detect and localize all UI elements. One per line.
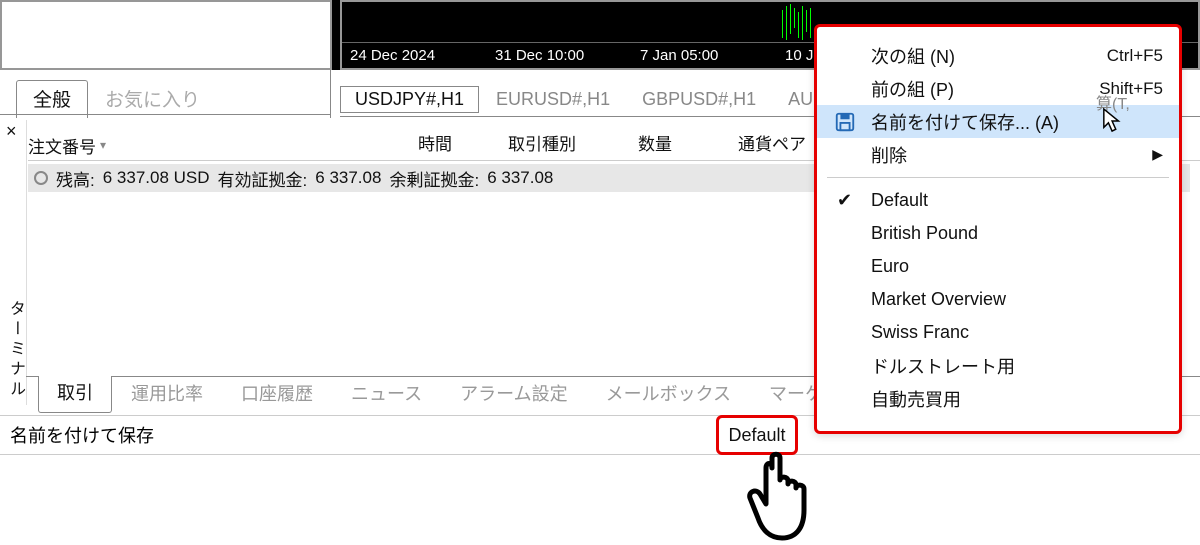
menu-next-set[interactable]: 次の組 (N) Ctrl+F5 (817, 39, 1179, 72)
divider (0, 114, 330, 115)
balance-label: 残高: (56, 166, 95, 191)
chevron-right-icon: ▶ (1152, 146, 1163, 163)
menu-profile-usd-straight[interactable]: ドルストレート用 (817, 349, 1179, 382)
chart-tab-usdjpy[interactable]: USDJPY#,H1 (340, 86, 479, 113)
tab-trade[interactable]: 取引 (38, 376, 112, 413)
shortcut: Ctrl+F5 (1107, 46, 1163, 66)
equity-label: 有効証拠金: (218, 166, 308, 191)
menu-profile-label: Market Overview (871, 289, 1006, 310)
menu-profile-default[interactable]: ✔ Default (817, 184, 1179, 217)
tab-news[interactable]: ニュース (332, 376, 441, 413)
save-icon (829, 111, 861, 133)
chart-tab-gbpusd[interactable]: GBPUSD#,H1 (627, 86, 771, 113)
menu-profile-label: 自動売買用 (871, 386, 961, 412)
chart-tab-eurusd[interactable]: EURUSD#,H1 (481, 86, 625, 113)
menu-delete-label: 削除 (871, 142, 907, 168)
col-qty[interactable]: 数量 (638, 130, 738, 160)
menu-next-set-label: 次の組 (N) (871, 43, 955, 69)
divider (827, 177, 1169, 178)
menu-profile-label: Swiss Franc (871, 322, 969, 343)
close-icon[interactable]: × (6, 122, 26, 142)
xaxis-tick: 24 Dec 2024 (342, 47, 487, 64)
tab-alerts[interactable]: アラーム設定 (441, 376, 586, 413)
cursor-icon (1102, 107, 1124, 135)
menu-profile-gbp[interactable]: British Pound (817, 217, 1179, 250)
menu-profile-label: Default (871, 190, 928, 211)
menu-prev-set-label: 前の組 (P) (871, 76, 954, 102)
check-icon: ✔ (837, 190, 852, 211)
hand-pointer-icon (740, 448, 830, 545)
menu-profile-eur[interactable]: Euro (817, 250, 1179, 283)
free-margin-label: 余剰証拠金: (389, 166, 479, 191)
bullet-icon (34, 171, 48, 185)
equity-value: 6 337.08 (315, 168, 381, 188)
col-order-id[interactable]: 注文番号 ▾ (28, 130, 418, 160)
tab-ratio[interactable]: 運用比率 (112, 376, 222, 413)
terminal-label: ターミナル (3, 300, 27, 400)
col-time[interactable]: 時間 (418, 130, 508, 160)
menu-profile-auto-trade[interactable]: 自動売買用 (817, 382, 1179, 415)
context-menu: 次の組 (N) Ctrl+F5 前の組 (P) Shift+F5 名前を付けて保… (814, 24, 1182, 434)
col-type[interactable]: 取引種別 (508, 130, 638, 160)
tab-favorites[interactable]: お気に入り (88, 80, 217, 118)
tab-history[interactable]: 口座履歴 (222, 376, 332, 413)
tab-mailbox[interactable]: メールボックス (587, 376, 750, 413)
menu-delete[interactable]: 削除 ▶ (817, 138, 1179, 171)
sort-asc-icon: ▾ (100, 138, 106, 152)
menu-save-as-label: 名前を付けて保存... (A) (871, 109, 1059, 135)
nav-left-panel (0, 0, 330, 70)
menu-profile-label: ドルストレート用 (871, 353, 1015, 379)
col-order-id-label: 注文番号 (28, 133, 96, 158)
divider (330, 70, 331, 118)
menu-profile-market-overview[interactable]: Market Overview (817, 283, 1179, 316)
xaxis-tick: 31 Dec 10:00 (487, 47, 632, 64)
balance-value: 6 337.08 USD (103, 168, 210, 188)
xaxis-tick: 7 Jan 05:00 (632, 47, 777, 64)
menu-profile-chf[interactable]: Swiss Franc (817, 316, 1179, 349)
menu-profile-label: British Pound (871, 223, 978, 244)
tab-general[interactable]: 全般 (16, 80, 88, 118)
chart-left-edge (330, 0, 340, 70)
free-margin-value: 6 337.08 (487, 168, 553, 188)
menu-profile-label: Euro (871, 256, 909, 277)
